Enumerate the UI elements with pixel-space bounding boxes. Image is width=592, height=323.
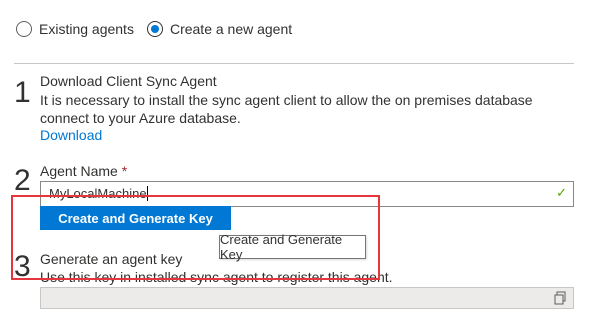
required-marker: * [121, 163, 128, 179]
agent-key-field[interactable] [40, 287, 574, 309]
button-tooltip: Create and Generate Key [219, 232, 366, 262]
radio-checked-icon[interactable] [146, 21, 163, 37]
download-link[interactable]: Download [40, 127, 102, 143]
checkmark-icon: ✓ [556, 185, 567, 200]
agent-name-value: MyLocalMachine [49, 186, 147, 201]
create-new-agent-radio[interactable]: Create a new agent [146, 21, 293, 37]
existing-agents-label: Existing agents [39, 21, 134, 37]
generate-key-title: Generate an agent key [40, 251, 183, 267]
agent-choice-group: Existing agents Create a new agent [16, 18, 305, 40]
agent-name-input[interactable]: MyLocalMachine ✓ [40, 181, 574, 207]
copy-icon[interactable] [553, 291, 567, 305]
agent-name-label-text: Agent Name [40, 163, 118, 179]
create-and-generate-key-button[interactable]: Create and Generate Key [40, 206, 231, 230]
divider [14, 63, 574, 64]
radio-unchecked-icon[interactable] [16, 21, 32, 37]
existing-agents-radio[interactable]: Existing agents [16, 21, 134, 37]
download-step-description: It is necessary to install the sync agen… [40, 92, 533, 126]
step-number-2: 2 [14, 164, 31, 197]
step-number-3: 3 [14, 250, 31, 283]
text-caret [146, 186, 148, 201]
download-step-title: Download Client Sync Agent [40, 73, 217, 89]
create-new-agent-label: Create a new agent [169, 21, 293, 37]
step-number-1: 1 [14, 76, 31, 109]
agent-name-label: Agent Name * [40, 163, 127, 179]
generate-key-description: Use this key in installed sync agent to … [40, 269, 393, 285]
